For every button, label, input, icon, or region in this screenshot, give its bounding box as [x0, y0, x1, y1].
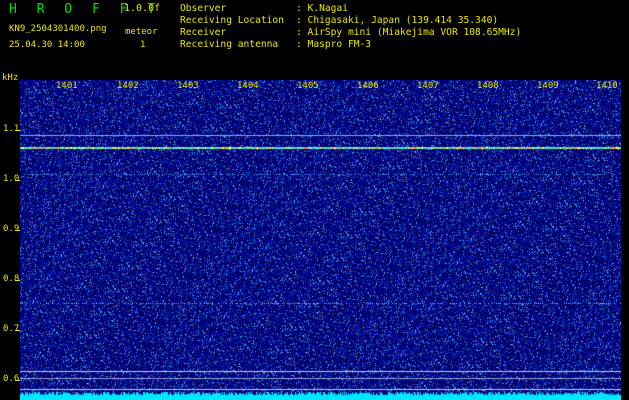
x-tick-label: 1401 — [56, 81, 78, 91]
file-name: KN9_2504301400.png — [9, 24, 107, 34]
x-tick-label: 1404 — [237, 81, 259, 91]
meta-value: : Chigasaki, Japan (139.414 35.340) — [296, 15, 499, 26]
meta-antenna: Receiving antenna : Maspro FM-3 — [180, 39, 371, 50]
observation-datetime: 25.04.30 14:00 — [9, 40, 85, 50]
meteor-count: 1 — [140, 40, 146, 50]
x-tick-label: 1406 — [357, 81, 379, 91]
meteor-label: meteor — [125, 27, 158, 37]
x-tick-label: 1410 — [596, 81, 618, 91]
y-tick-label: 0.6 — [3, 374, 20, 384]
x-tick-label: 1407 — [417, 81, 439, 91]
x-tick-label: 1408 — [477, 81, 499, 91]
y-tick-label: 1.0 — [3, 174, 20, 184]
meta-value: : AirSpy mini (Miakejima VOR 108.65MHz) — [296, 27, 522, 38]
meta-receiver: Receiver : AirSpy mini (Miakejima VOR 108… — [180, 27, 521, 38]
meta-location: Receiving Location : Chigasaki, Japan (13… — [180, 15, 498, 26]
y-tick-label: 0.9 — [3, 224, 20, 234]
meta-key: Observer — [180, 3, 227, 14]
y-tick-label: 0.8 — [3, 274, 20, 284]
x-tick-label: 1402 — [117, 81, 139, 91]
x-tick-label: 1405 — [297, 81, 319, 91]
y-tick-mark — [15, 280, 20, 281]
x-tick-label: 1403 — [177, 81, 199, 91]
y-tick-label: 0.7 — [3, 324, 20, 334]
y-axis-unit: kHz — [2, 73, 19, 83]
y-tick-mark — [15, 380, 20, 381]
meta-key: Receiver — [180, 27, 227, 38]
meta-key: Receiving Location — [180, 15, 284, 26]
y-tick-mark — [15, 330, 20, 331]
meta-value: : K.Nagai — [296, 3, 348, 14]
y-tick-label: 1.1 — [3, 124, 20, 134]
meta-observer: Observer : K.Nagai — [180, 3, 348, 14]
meta-value: : Maspro FM-3 — [296, 39, 372, 50]
y-tick-mark — [15, 230, 20, 231]
spectrogram — [20, 80, 621, 400]
meta-key: Receiving antenna — [180, 39, 279, 50]
version-label: 1.0.0f — [124, 3, 161, 14]
y-tick-mark — [15, 130, 20, 131]
y-tick-mark — [15, 180, 20, 181]
x-tick-label: 1409 — [537, 81, 559, 91]
